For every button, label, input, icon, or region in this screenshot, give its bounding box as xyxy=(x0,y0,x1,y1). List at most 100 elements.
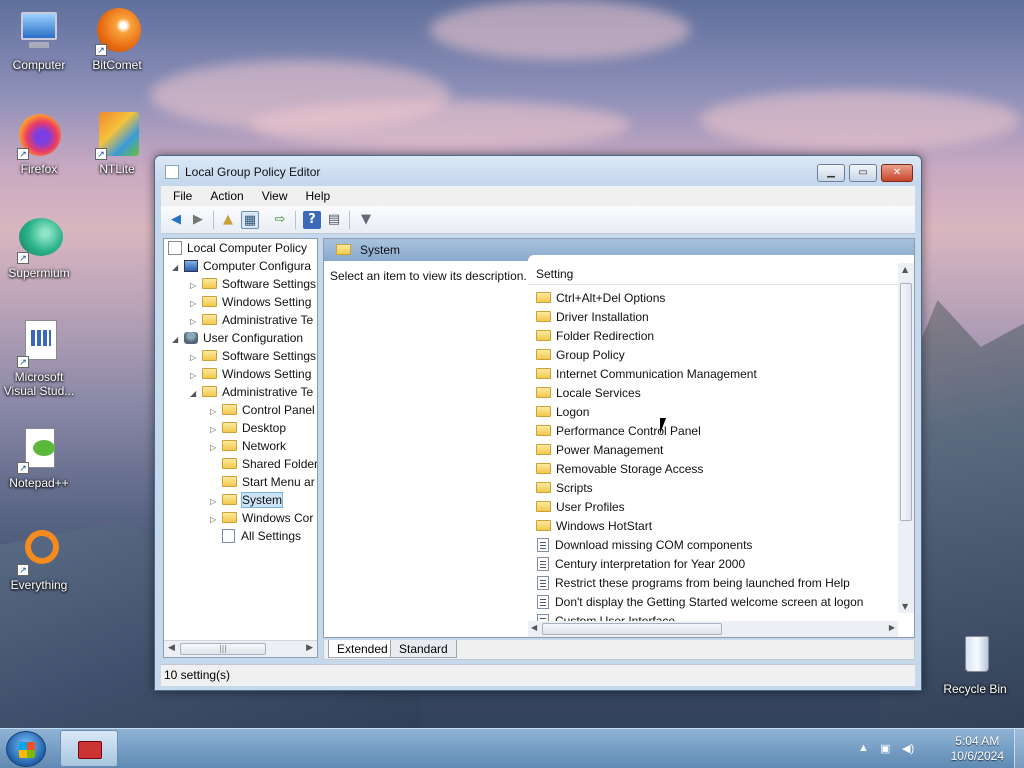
tree-label: Network xyxy=(242,439,287,453)
help-icon[interactable]: ? xyxy=(303,211,321,229)
tree-item-shared-folders[interactable]: Shared Folder xyxy=(210,455,317,473)
desktop-icon-bitcomet[interactable]: ↗ BitComet xyxy=(79,8,155,72)
show-hidden-icons-icon[interactable]: ▲ xyxy=(858,742,869,754)
desktop-icon-supermium[interactable]: ↗ Supermium xyxy=(1,216,77,280)
tree-horizontal-scrollbar[interactable]: ◀ ||| ▶ xyxy=(164,640,317,657)
volume-icon[interactable]: ◀) xyxy=(902,742,914,755)
scroll-down-icon[interactable]: ▼ xyxy=(902,602,908,611)
list-item-folder[interactable]: Driver Installation xyxy=(536,308,649,327)
list-item-label: Scripts xyxy=(556,481,593,495)
tree-label: Start Menu ar xyxy=(242,475,315,489)
folder-icon xyxy=(222,476,237,487)
tree-label: User Configuration xyxy=(203,331,304,345)
filter-icon[interactable]: ▼ xyxy=(357,211,375,229)
scroll-left-icon[interactable]: ◀ xyxy=(531,623,537,632)
list-item-folder[interactable]: Logon xyxy=(536,403,589,422)
desktop-icon-recycle-bin[interactable]: Recycle Bin xyxy=(937,632,1013,696)
folder-icon xyxy=(536,406,551,417)
tree-item-control-panel[interactable]: ▷ Control Panel xyxy=(210,401,315,419)
tree-item-network[interactable]: ▷ Network xyxy=(210,437,286,455)
tree-item-administrative-templates[interactable]: ◢ Administrative Te xyxy=(190,383,313,401)
desktop-icon-everything[interactable]: ↗ Everything xyxy=(1,528,77,592)
folder-icon xyxy=(536,368,551,379)
menu-help[interactable]: Help xyxy=(294,186,337,203)
export-list-icon[interactable]: ⇨ xyxy=(271,211,289,229)
desktop-icon-ntlite[interactable]: ↗ NTLite xyxy=(79,112,155,176)
column-header-setting[interactable]: Setting xyxy=(528,263,898,285)
list-item-folder[interactable]: Locale Services xyxy=(536,384,641,403)
show-hide-tree-icon[interactable]: ▦ xyxy=(241,211,259,229)
list-item-label: Locale Services xyxy=(556,386,641,400)
list-horizontal-scrollbar[interactable]: ◀ ▶ xyxy=(528,621,898,637)
taskbar-button-group-policy-editor[interactable] xyxy=(60,730,118,767)
desktop-icon-firefox[interactable]: ↗ Firefox xyxy=(1,112,77,176)
collapse-icon[interactable]: ◢ xyxy=(172,331,184,349)
scroll-up-icon[interactable]: ▲ xyxy=(902,265,908,274)
scroll-right-icon[interactable]: ▶ xyxy=(889,623,895,632)
properties-icon[interactable]: ▤ xyxy=(325,211,343,229)
list-item-folder[interactable]: User Profiles xyxy=(536,498,625,517)
list-item-folder[interactable]: Scripts xyxy=(536,479,593,498)
tree-item-all-settings[interactable]: All Settings xyxy=(210,527,301,545)
tree-item-computer-configuration[interactable]: ◢ Computer Configura xyxy=(172,257,311,275)
desktop-icon-label: Everything xyxy=(10,578,68,592)
details-header-title: System xyxy=(360,243,401,257)
tree-item-system[interactable]: ▷ System xyxy=(210,491,284,509)
window-title: Local Group Policy Editor xyxy=(185,165,321,179)
list-item-folder[interactable]: Internet Communication Management xyxy=(536,365,757,384)
vertical-scrollbar[interactable]: ▲ ▼ xyxy=(898,263,914,613)
list-item-folder[interactable]: Folder Redirection xyxy=(536,327,654,346)
tree-item-windows-components[interactable]: ▷ Windows Cor xyxy=(210,509,313,527)
desktop-icon-notepadpp[interactable]: ↗ Notepad++ xyxy=(1,426,77,490)
list-item-setting[interactable]: Restrict these programs from being launc… xyxy=(536,574,850,593)
collapse-icon[interactable]: ◢ xyxy=(172,259,184,277)
policy-editor-icon xyxy=(165,165,179,179)
list-item-folder[interactable]: Ctrl+Alt+Del Options xyxy=(536,289,665,308)
list-item-folder[interactable]: Removable Storage Access xyxy=(536,460,703,479)
list-item-setting[interactable]: Don't display the Getting Started welcom… xyxy=(536,593,863,612)
tree-item-local-computer-policy[interactable]: Local Computer Policy xyxy=(168,239,307,257)
network-icon[interactable]: ▣ xyxy=(880,742,890,755)
tree-item-software-settings[interactable]: ▷ Software Settings xyxy=(190,347,316,365)
menu-action[interactable]: Action xyxy=(198,186,249,203)
shortcut-arrow-icon: ↗ xyxy=(17,462,29,474)
tree-item-windows-settings[interactable]: ▷ Windows Setting xyxy=(190,293,311,311)
start-button[interactable] xyxy=(6,731,46,767)
tree-label: Control Panel xyxy=(242,403,315,417)
tree-item-administrative-templates[interactable]: ▷ Administrative Te xyxy=(190,311,313,329)
tree-item-windows-settings[interactable]: ▷ Windows Setting xyxy=(190,365,311,383)
list-item-setting[interactable]: Century interpretation for Year 2000 xyxy=(536,555,745,574)
menu-view[interactable]: View xyxy=(250,186,294,203)
tree-item-desktop[interactable]: ▷ Desktop xyxy=(210,419,286,437)
tab-extended[interactable]: Extended xyxy=(328,640,397,658)
minimize-button[interactable]: ▁ xyxy=(817,164,845,182)
clock[interactable]: 5:04 AM 10/6/2024 xyxy=(951,734,1004,764)
supermium-icon: ↗ xyxy=(15,216,63,264)
desktop-icon-computer[interactable]: Computer xyxy=(1,8,77,72)
list-item-setting[interactable]: Download missing COM components xyxy=(536,536,752,555)
back-arrow-icon[interactable]: ◀ xyxy=(167,211,185,229)
tree-item-software-settings[interactable]: ▷ Software Settings xyxy=(190,275,316,293)
list-item-folder[interactable]: Group Policy xyxy=(536,346,625,365)
scroll-thumb[interactable] xyxy=(900,283,912,521)
title-bar[interactable]: Local Group Policy Editor ▁ ▭ ✕ xyxy=(155,156,921,186)
list-item-folder[interactable]: Windows HotStart xyxy=(536,517,652,536)
up-folder-icon[interactable]: ▲ xyxy=(219,211,237,229)
close-button[interactable]: ✕ xyxy=(881,164,913,182)
scroll-thumb[interactable] xyxy=(542,623,722,635)
scroll-right-icon[interactable]: ▶ xyxy=(306,643,313,653)
maximize-button[interactable]: ▭ xyxy=(849,164,877,182)
menu-file[interactable]: File xyxy=(161,186,198,203)
list-item-folder[interactable]: Performance Control Panel xyxy=(536,422,701,441)
tree-item-start-menu[interactable]: Start Menu ar xyxy=(210,473,315,491)
tree-item-user-configuration[interactable]: ◢ User Configuration xyxy=(172,329,303,347)
view-tabs: Extended Standard xyxy=(323,640,915,660)
forward-arrow-icon[interactable]: ▶ xyxy=(189,211,207,229)
tab-standard[interactable]: Standard xyxy=(390,640,457,658)
list-item-folder[interactable]: Power Management xyxy=(536,441,663,460)
scroll-thumb[interactable]: ||| xyxy=(180,643,266,655)
collapse-icon[interactable]: ◢ xyxy=(190,385,202,403)
scroll-left-icon[interactable]: ◀ xyxy=(168,643,175,653)
desktop-icon-visual-studio[interactable]: ↗ Microsoft Visual Stud... xyxy=(1,320,77,398)
show-desktop-button[interactable] xyxy=(1014,729,1024,768)
